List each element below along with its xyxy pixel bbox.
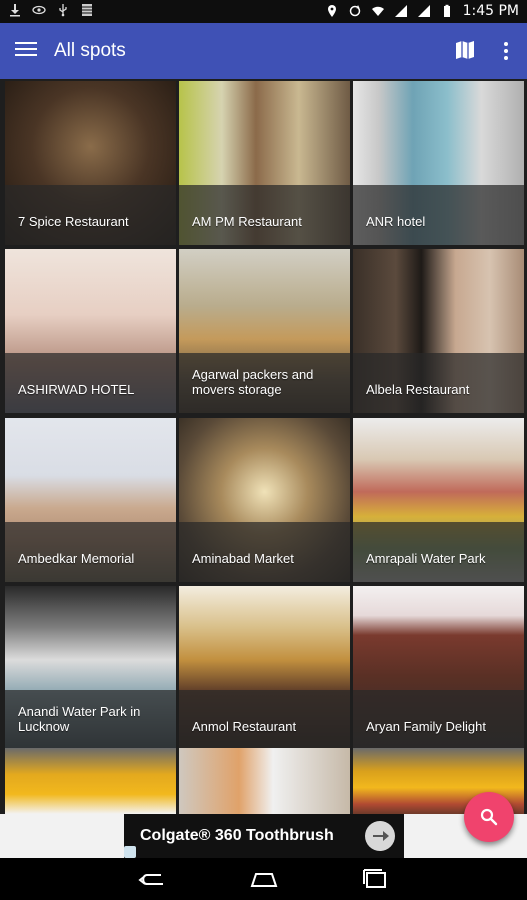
spots-grid: 7 Spice Restaurant AM PM Restaurant ANR … — [0, 79, 527, 814]
app-bar: All spots — [0, 23, 527, 79]
spot-tile[interactable] — [179, 748, 350, 814]
spot-tile[interactable]: Agarwal packers and movers storage — [179, 249, 350, 413]
search-button[interactable] — [464, 792, 514, 842]
spot-image — [179, 748, 350, 814]
ad-banner[interactable]: Colgate® 360 Toothbrush — [124, 814, 404, 858]
spot-name: Anmol Restaurant — [192, 719, 297, 734]
spot-name: Aryan Family Delight — [366, 719, 486, 734]
clock: 1:45 PM — [462, 3, 519, 19]
spot-tile[interactable]: Ambedkar Memorial — [5, 418, 176, 582]
menu-icon[interactable] — [15, 39, 37, 61]
spot-name: Aminabad Market — [192, 551, 294, 566]
spot-name: 7 Spice Restaurant — [18, 214, 129, 229]
wifi-icon — [371, 6, 384, 16]
search-icon — [480, 808, 498, 826]
navigation-bar — [0, 858, 527, 900]
signal-icon — [394, 5, 407, 17]
download-icon — [10, 4, 20, 17]
spot-name: Amrapali Water Park — [366, 551, 486, 566]
spot-tile[interactable]: Aminabad Market — [179, 418, 350, 582]
spot-tile[interactable]: Anandi Water Park in Lucknow — [5, 586, 176, 750]
map-icon[interactable] — [455, 39, 475, 61]
back-icon[interactable] — [133, 866, 173, 892]
ad-info-icon[interactable] — [124, 846, 136, 858]
spot-tile[interactable]: AM PM Restaurant — [179, 81, 350, 245]
spot-tile[interactable]: 7 Spice Restaurant — [5, 81, 176, 245]
status-bar: 1:45 PM — [0, 0, 527, 23]
spot-name: Anandi Water Park in Lucknow — [18, 704, 141, 734]
spot-tile[interactable]: ASHIRWAD HOTEL — [5, 249, 176, 413]
battery-icon — [443, 4, 450, 17]
usb-icon — [59, 4, 67, 17]
recents-icon[interactable] — [355, 866, 395, 892]
spot-name: ANR hotel — [366, 214, 426, 229]
spot-image — [5, 748, 176, 814]
spot-tile[interactable]: ANR hotel — [353, 81, 524, 245]
visibility-icon — [32, 5, 46, 15]
spot-tile[interactable] — [5, 748, 176, 814]
location-icon — [327, 5, 336, 17]
arrow-forward-icon[interactable] — [365, 821, 395, 851]
spot-tile[interactable]: Amrapali Water Park — [353, 418, 524, 582]
sync-icon — [349, 5, 360, 17]
more-vert-icon[interactable] — [499, 39, 513, 61]
spot-tile[interactable]: Albela Restaurant — [353, 249, 524, 413]
spot-name: Ambedkar Memorial — [18, 551, 135, 566]
spot-name: AM PM Restaurant — [192, 214, 302, 229]
stack-icon — [82, 4, 92, 16]
ad-text: Colgate® 360 Toothbrush — [140, 827, 334, 844]
signal-icon — [417, 5, 430, 17]
spot-name: Albela Restaurant — [366, 382, 470, 397]
spot-tile[interactable]: Aryan Family Delight — [353, 586, 524, 750]
page-title: All spots — [54, 40, 126, 61]
spot-name: ASHIRWAD HOTEL — [18, 382, 135, 397]
spot-name: Agarwal packers and movers storage — [192, 367, 314, 397]
spot-tile[interactable]: Anmol Restaurant — [179, 586, 350, 750]
home-icon[interactable] — [244, 866, 284, 892]
